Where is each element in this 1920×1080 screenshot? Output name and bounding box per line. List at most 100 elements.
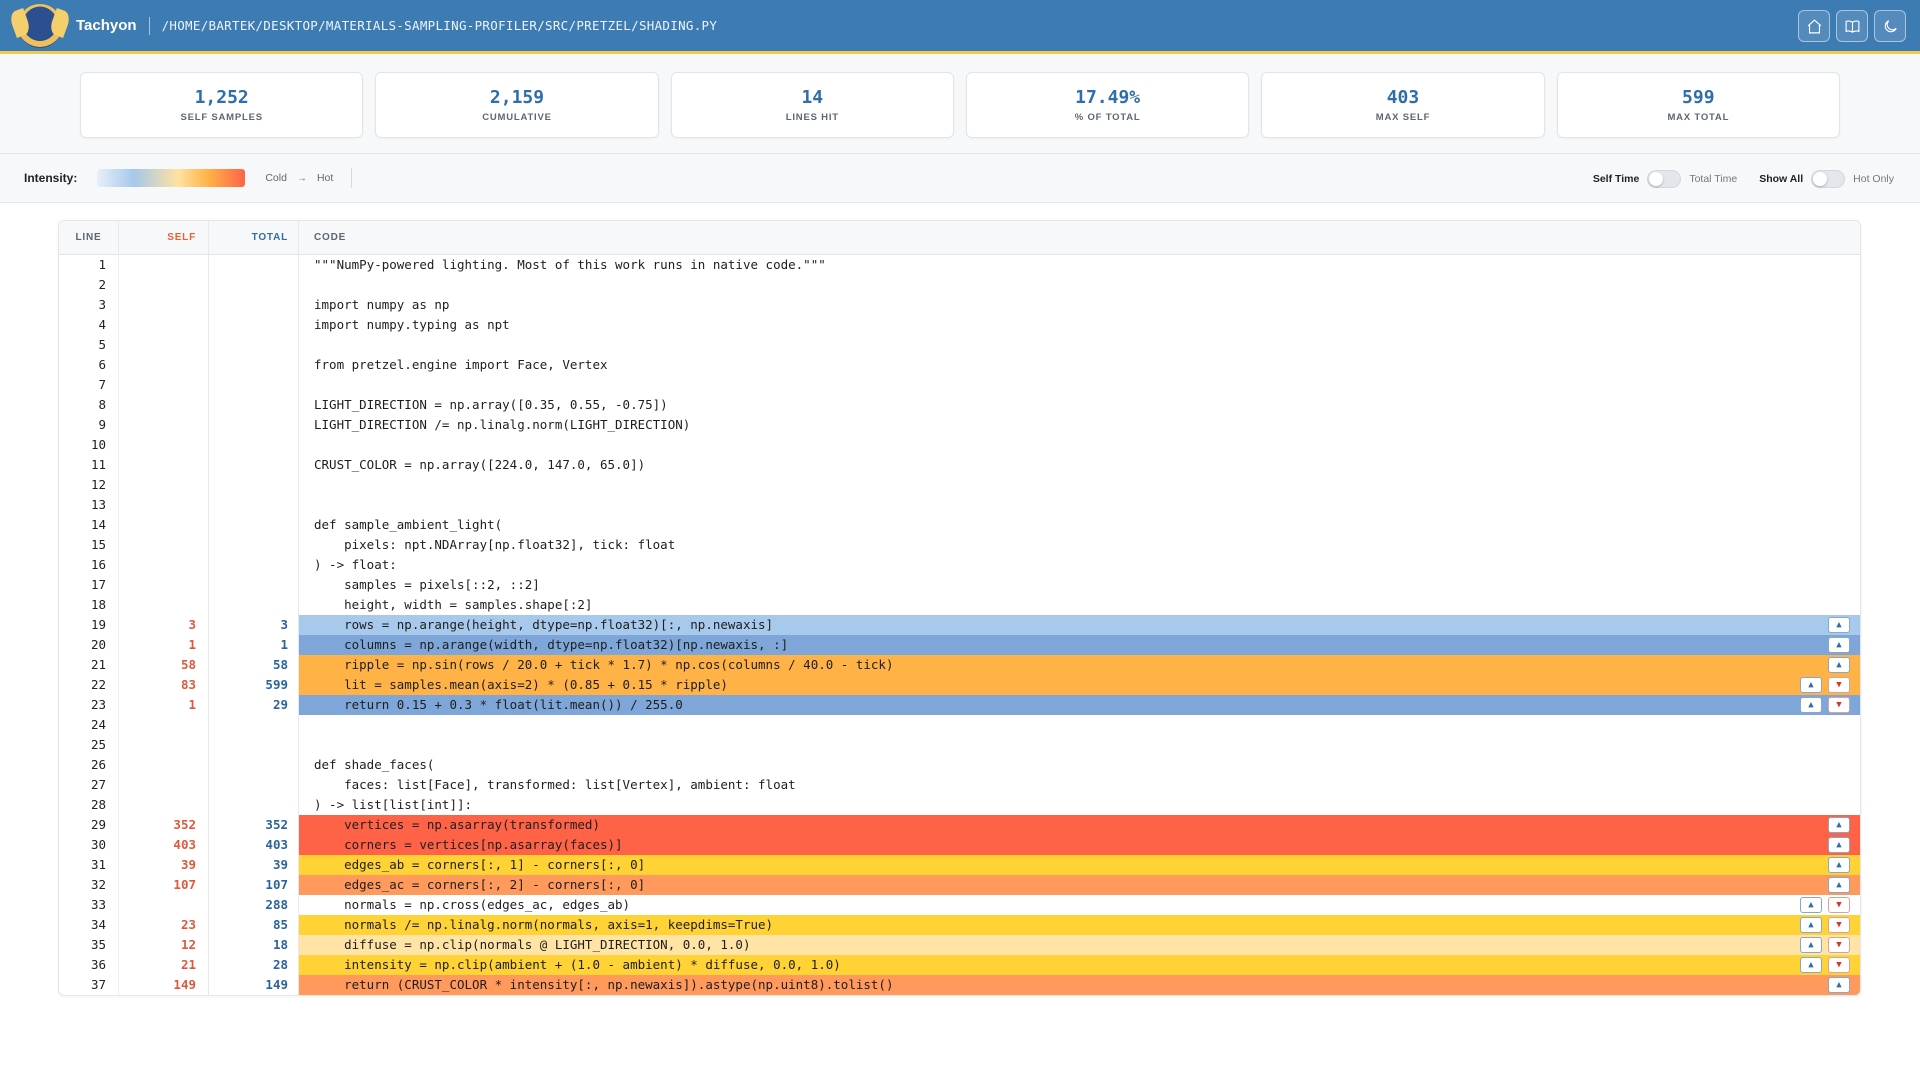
table-row[interactable]: 28) -> list[list[int]]:	[59, 795, 1860, 815]
caller-up-button[interactable]: ▲	[1800, 677, 1822, 693]
table-row[interactable]: 23 1 29 return 0.15 + 0.3 * float(lit.mean…	[59, 695, 1860, 715]
line-number: 15	[59, 535, 119, 555]
caller-up-button[interactable]: ▲	[1800, 937, 1822, 953]
table-row[interactable]: 21 58 58 ripple = np.sin(rows / 20.0 + tic…	[59, 655, 1860, 675]
table-row[interactable]: 18 height, width = samples.shape[:2]	[59, 595, 1860, 615]
table-body: 1 """NumPy-powered lighting. Most of this…	[59, 255, 1860, 995]
total-samples: 1	[209, 635, 299, 655]
total-samples: 352	[209, 815, 299, 835]
callee-down-button[interactable]: ▼	[1828, 697, 1850, 713]
table-row[interactable]: 14 def sample_ambient_light(	[59, 515, 1860, 535]
line-number: 13	[59, 495, 119, 515]
table-row[interactable]: 29 352 352 vertices = np.asarray(transform…	[59, 815, 1860, 835]
table-row[interactable]: 34 23 85 normals /= np.linalg.norm(normals…	[59, 915, 1860, 935]
header-divider	[148, 16, 150, 35]
table-row[interactable]: 3 import numpy as np	[59, 295, 1860, 315]
table-row[interactable]: 6 from pretzel.engine import Face, Vertex	[59, 355, 1860, 375]
legend-hot: Hot	[316, 172, 334, 184]
table-row[interactable]: 24	[59, 715, 1860, 735]
self-samples: 1	[119, 695, 209, 715]
table-row[interactable]: 25	[59, 735, 1860, 755]
callee-down-button[interactable]: ▼	[1828, 917, 1850, 933]
total-samples	[209, 715, 299, 735]
table-row[interactable]: 35 12 18 diffuse = np.clip(normals @ LIGHT…	[59, 935, 1860, 955]
line-number: 21	[59, 655, 119, 675]
table-row[interactable]: 19 3 3 rows = np.arange(height, dtype=np.f…	[59, 615, 1860, 635]
table-row[interactable]: 17 samples = pixels[::2, ::2]	[59, 575, 1860, 595]
theme-toggle-button[interactable]	[1874, 10, 1906, 42]
line-number: 12	[59, 475, 119, 495]
line-number: 10	[59, 435, 119, 455]
table-row[interactable]: 11 CRUST_COLOR = np.array([224.0, 147.0, …	[59, 455, 1860, 475]
table-row[interactable]: 36 21 28 intensity = np.clip(ambient + (1.…	[59, 955, 1860, 975]
table-row[interactable]: 32 107 107 edges_ac = corners[:, 2] - corn…	[59, 875, 1860, 895]
table-row[interactable]: 37 149 149 return (CRUST_COLOR * intensity…	[59, 975, 1860, 995]
docs-button[interactable]	[1836, 10, 1868, 42]
caller-up-button[interactable]: ▲	[1800, 957, 1822, 973]
controls-divider	[351, 168, 353, 188]
caller-up-button[interactable]: ▲	[1828, 617, 1850, 633]
table-row[interactable]: 5	[59, 335, 1860, 355]
total-samples	[209, 275, 299, 295]
line-number: 37	[59, 975, 119, 995]
code-line: ) -> list[list[int]]:	[314, 797, 473, 812]
caller-up-button[interactable]: ▲	[1828, 857, 1850, 873]
caller-up-button[interactable]: ▲	[1828, 817, 1850, 833]
table-row[interactable]: 33 288 normals = np.cross(edges_ac, edges…	[59, 895, 1860, 915]
home-button[interactable]	[1798, 10, 1830, 42]
time-mode-toggle[interactable]	[1647, 169, 1682, 188]
caller-up-button[interactable]: ▲	[1828, 637, 1850, 653]
total-samples: 39	[209, 855, 299, 875]
table-row[interactable]: 27 faces: list[Face], transformed: list[…	[59, 775, 1860, 795]
stat-max-self: 403 MAX SELF	[1261, 72, 1545, 138]
hot-only-toggle[interactable]	[1811, 169, 1846, 188]
table-row[interactable]: 1 """NumPy-powered lighting. Most of this…	[59, 255, 1860, 275]
table-row[interactable]: 22 83 599 lit = samples.mean(axis=2) * (0.…	[59, 675, 1860, 695]
table-row[interactable]: 4 import numpy.typing as npt	[59, 315, 1860, 335]
table-row[interactable]: 31 39 39 edges_ab = corners[:, 1] - corner…	[59, 855, 1860, 875]
caller-up-button[interactable]: ▲	[1800, 897, 1822, 913]
total-samples: 288	[209, 895, 299, 915]
caller-up-button[interactable]: ▲	[1828, 877, 1850, 893]
callee-down-button[interactable]: ▼	[1828, 897, 1850, 913]
callee-down-button[interactable]: ▼	[1828, 677, 1850, 693]
caller-up-button[interactable]: ▲	[1800, 917, 1822, 933]
table-row[interactable]: 15 pixels: npt.NDArray[np.float32], tick…	[59, 535, 1860, 555]
code-line: columns = np.arange(width, dtype=np.floa…	[299, 635, 1860, 655]
self-samples	[119, 775, 209, 795]
caller-up-button[interactable]: ▲	[1828, 977, 1850, 993]
table-row[interactable]: 16) -> float:	[59, 555, 1860, 575]
table-row[interactable]: 13	[59, 495, 1860, 515]
table-row[interactable]: 10	[59, 435, 1860, 455]
total-samples	[209, 315, 299, 335]
table-row[interactable]: 12	[59, 475, 1860, 495]
callee-down-button[interactable]: ▼	[1828, 937, 1850, 953]
code-line: faces: list[Face], transformed: list[Ver…	[314, 777, 796, 792]
file-path: /HOME/BARTEK/DESKTOP/MATERIALS-SAMPLING-…	[161, 18, 718, 33]
app-header: Tachyon /HOME/BARTEK/DESKTOP/MATERIALS-S…	[0, 0, 1920, 54]
code-line: ) -> float:	[314, 557, 397, 572]
line-number: 11	[59, 455, 119, 475]
table-row[interactable]: 8 LIGHT_DIRECTION = np.array([0.35, 0.55,…	[59, 395, 1860, 415]
callee-down-button[interactable]: ▼	[1828, 957, 1850, 973]
caller-up-button[interactable]: ▲	[1828, 837, 1850, 853]
self-samples: 12	[119, 935, 209, 955]
table-row[interactable]: 7	[59, 375, 1860, 395]
stat-value: 599	[1682, 87, 1715, 108]
table-row[interactable]: 30 403 403 corners = vertices[np.asarray(f…	[59, 835, 1860, 855]
table-row[interactable]: 2	[59, 275, 1860, 295]
table-row[interactable]: 9 LIGHT_DIRECTION /= np.linalg.norm(LIGHT…	[59, 415, 1860, 435]
code-line: """NumPy-powered lighting. Most of this …	[314, 257, 826, 272]
caller-up-button[interactable]: ▲	[1800, 697, 1822, 713]
total-samples	[209, 255, 299, 275]
caller-up-button[interactable]: ▲	[1828, 657, 1850, 673]
table-row[interactable]: 26 def shade_faces(	[59, 755, 1860, 775]
self-samples	[119, 435, 209, 455]
code-line: def shade_faces(	[314, 757, 435, 772]
table-row[interactable]: 20 1 1 columns = np.arange(width, dtype=np…	[59, 635, 1860, 655]
line-nav: ▲ ▼	[1800, 897, 1850, 913]
line-number: 32	[59, 875, 119, 895]
